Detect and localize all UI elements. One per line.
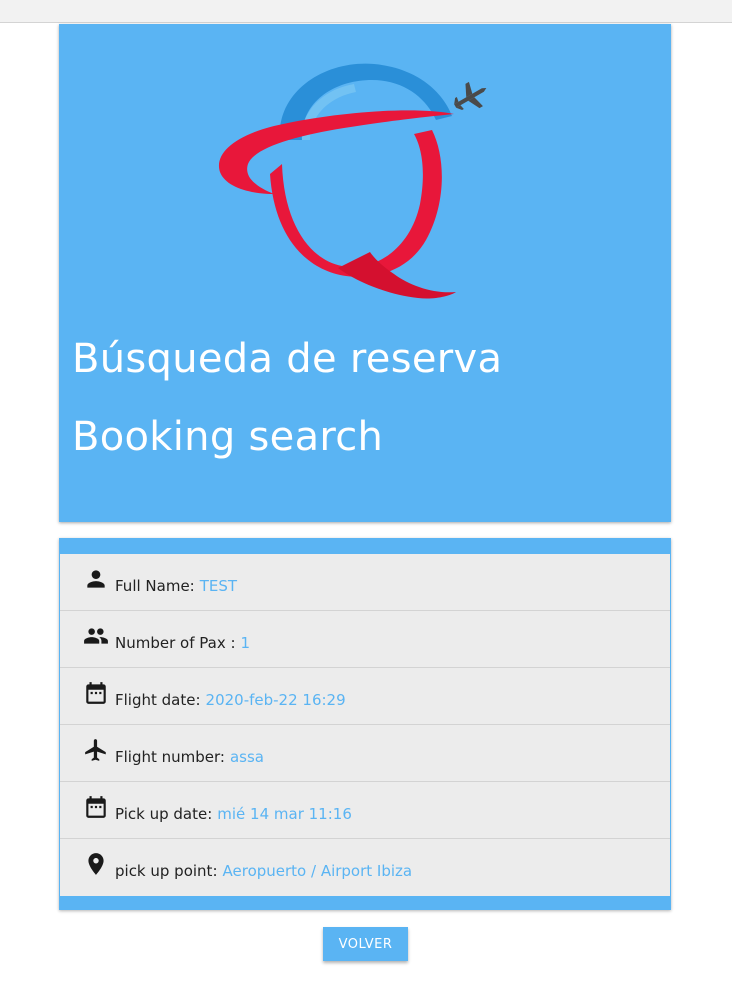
- group-icon: [83, 623, 109, 649]
- back-button[interactable]: VOLVER: [323, 927, 408, 961]
- flight-date-label: Flight date:: [115, 691, 201, 709]
- list-item-pickup-date: Pick up date: mié 14 mar 11:16: [60, 782, 670, 839]
- pickup-point-value: Aeropuerto / Airport Ibiza: [222, 862, 413, 880]
- page-title-english: Booking search: [72, 414, 384, 460]
- list-item-full-name: Full Name: TEST: [60, 554, 670, 611]
- calendar-icon: [83, 794, 109, 820]
- full-name-value: TEST: [199, 577, 238, 595]
- flight-date-value: 2020-feb-22 16:29: [205, 691, 346, 709]
- pickup-point-label: pick up point:: [115, 862, 218, 880]
- pickup-date-value: mié 14 mar 11:16: [217, 805, 352, 823]
- pax-value: 1: [240, 634, 251, 652]
- person-icon: [83, 566, 109, 592]
- header-banner: Búsqueda de reserva Booking search: [59, 24, 671, 522]
- list-item-flight-date: Flight date: 2020-feb-22 16:29: [60, 668, 670, 725]
- flight-number-label: Flight number:: [115, 748, 225, 766]
- list-item-flight-number: Flight number: assa: [60, 725, 670, 782]
- booking-details-card: Full Name: TEST Number of Pax : 1 Flight…: [59, 538, 671, 910]
- location-pin-icon: [83, 851, 109, 877]
- pickup-date-label: Pick up date:: [115, 805, 213, 823]
- page-title-spanish: Búsqueda de reserva: [72, 336, 503, 382]
- calendar-icon: [83, 680, 109, 706]
- airplane-icon: [83, 737, 109, 763]
- list-item-pax: Number of Pax : 1: [60, 611, 670, 668]
- list-item-pickup-point: pick up point: Aeropuerto / Airport Ibiz…: [60, 839, 670, 895]
- full-name-label: Full Name:: [115, 577, 195, 595]
- pax-label: Number of Pax :: [115, 634, 236, 652]
- airline-logo: [218, 63, 487, 299]
- booking-details-list: Full Name: TEST Number of Pax : 1 Flight…: [60, 554, 670, 896]
- flight-number-value: assa: [229, 748, 264, 766]
- browser-top-bar: [0, 0, 732, 23]
